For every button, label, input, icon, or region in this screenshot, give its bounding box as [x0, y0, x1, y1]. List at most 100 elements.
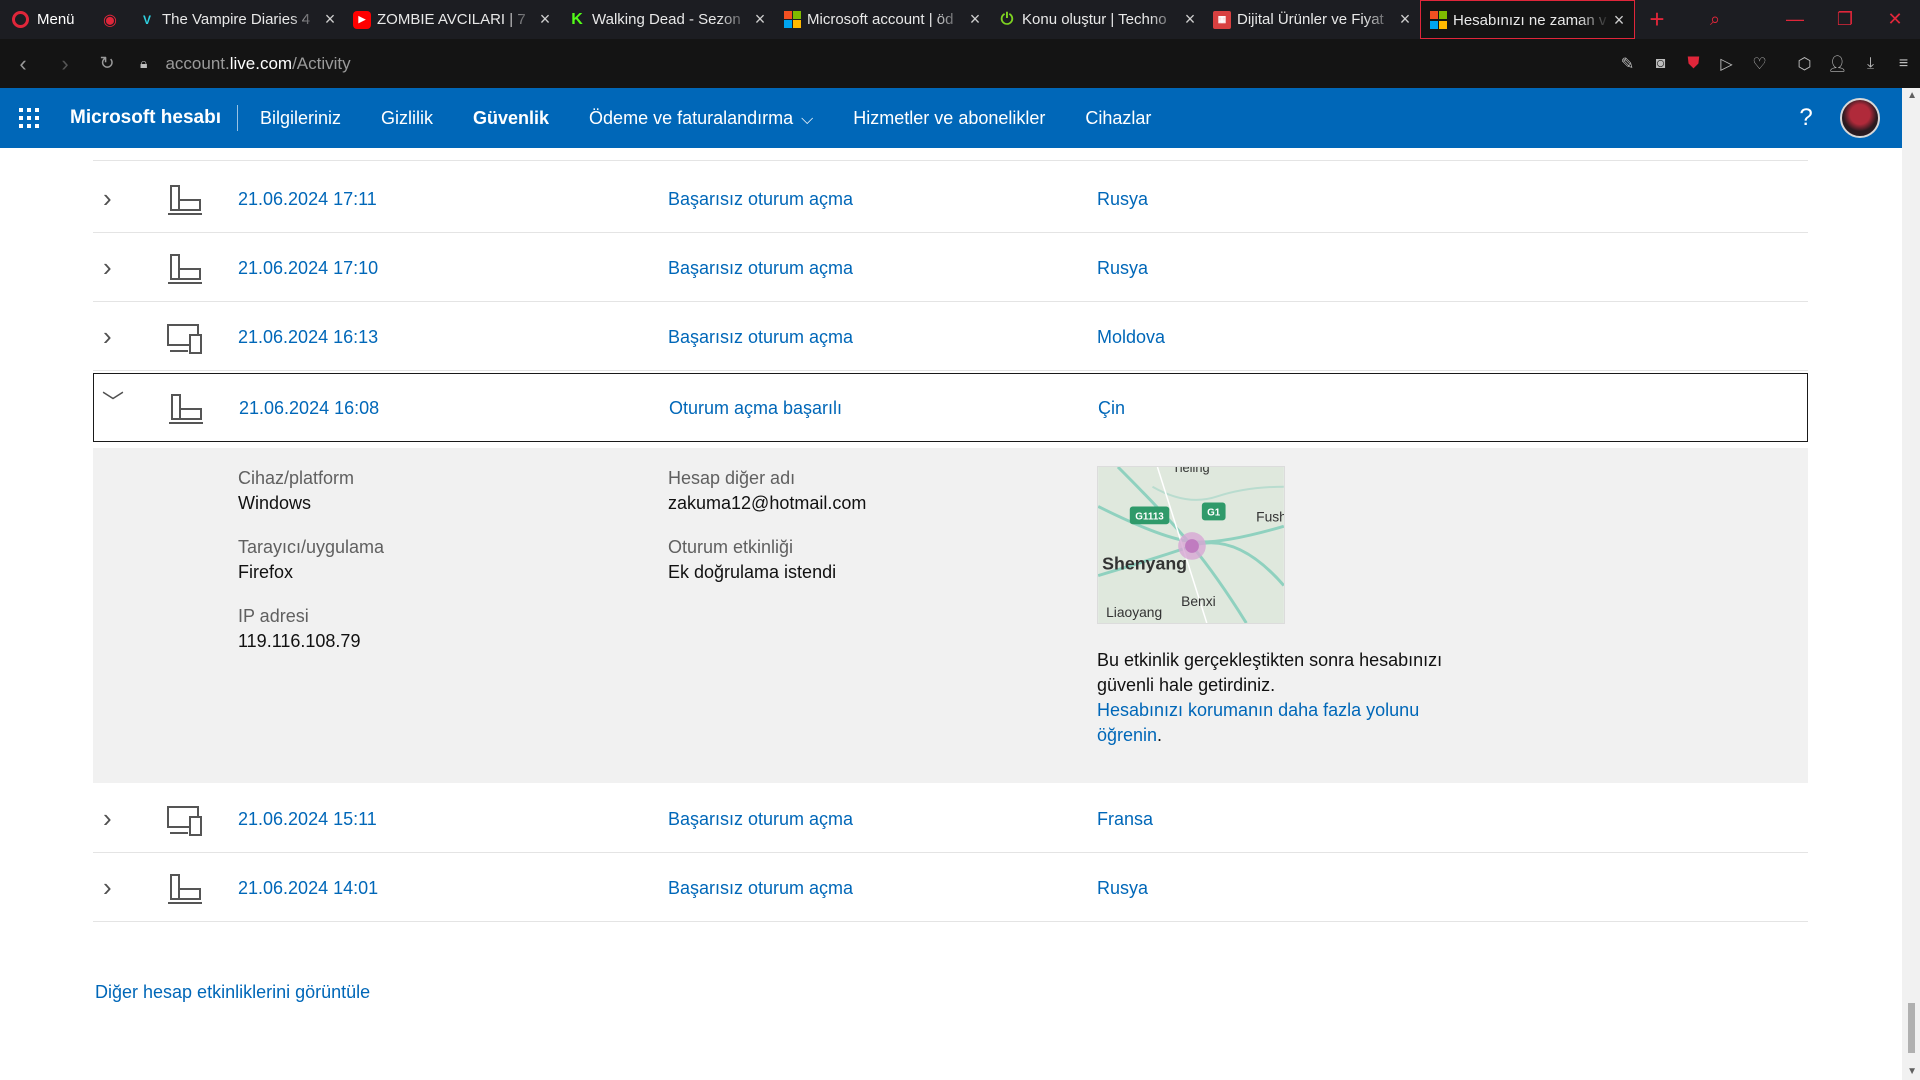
reload-icon[interactable]: ↻	[86, 53, 128, 74]
activity-date[interactable]: 21.06.2024 14:01	[238, 878, 378, 899]
tab-title: Hesabınızı ne zaman v	[1453, 11, 1607, 29]
map-shield-label: G1	[1207, 507, 1221, 518]
browser-menu-button[interactable]: Menü	[0, 0, 90, 39]
chevron-right-icon[interactable]: ›	[103, 874, 129, 900]
chevron-down-icon[interactable]: ﹀	[102, 390, 128, 416]
scroll-up-icon[interactable]: ▲	[1907, 90, 1917, 101]
browser-tab[interactable]: V The Vampire Diaries 4 ×	[130, 0, 345, 39]
nav-privacy[interactable]: Gizlilik	[361, 108, 453, 129]
close-tab-icon[interactable]: ×	[751, 9, 769, 30]
activity-date[interactable]: 21.06.2024 17:10	[238, 258, 378, 279]
lock-icon[interactable]: 🔒︎	[140, 55, 147, 72]
nav-your-info[interactable]: Bilgileriniz	[238, 108, 361, 129]
kick-favicon-icon: K	[571, 10, 583, 28]
restore-icon[interactable]: ❐	[1820, 9, 1870, 30]
close-tab-icon[interactable]: ×	[1181, 9, 1199, 30]
adblock-shield-icon[interactable]: ⛊	[1677, 55, 1710, 73]
app-launcher-icon[interactable]	[0, 108, 58, 128]
heart-icon[interactable]: ♡	[1743, 54, 1776, 74]
opera-logo-icon	[12, 11, 29, 28]
close-tab-icon[interactable]: ×	[1396, 9, 1414, 30]
activity-location[interactable]: Fransa	[1097, 809, 1153, 830]
chevron-right-icon[interactable]: ›	[103, 323, 129, 349]
share-icon[interactable]: ✎	[1611, 54, 1644, 74]
back-icon[interactable]: ‹	[2, 51, 44, 77]
nav-security[interactable]: Güvenlik	[453, 108, 569, 129]
nav-devices[interactable]: Cihazlar	[1065, 108, 1171, 129]
view-more-activity-link[interactable]: Diğer hesap etkinliklerini görüntüle	[95, 982, 370, 1003]
activity-date[interactable]: 21.06.2024 17:11	[238, 189, 377, 210]
help-icon[interactable]: ?	[1776, 104, 1836, 132]
close-tab-icon[interactable]: ×	[966, 9, 984, 30]
activity-type[interactable]: Başarısız oturum açma	[668, 258, 853, 279]
page-scrollbar[interactable]	[1902, 88, 1920, 1080]
tab-title: Dijital Ürünler ve Fiyat	[1237, 11, 1384, 28]
activity-location[interactable]: Moldova	[1097, 327, 1165, 348]
browser-tab[interactable]: ▶ ZOMBIE AVCILARI | 7 ×	[345, 0, 560, 39]
activity-type[interactable]: Başarısız oturum açma	[668, 878, 853, 899]
url-prefix: account.	[165, 53, 230, 73]
chevron-right-icon[interactable]: ›	[103, 254, 129, 280]
activity-type[interactable]: Başarısız oturum açma	[668, 327, 853, 348]
browser-tab[interactable]: ⏻ Konu oluştur | Techno ×	[990, 0, 1205, 39]
map-place-label: Tieling	[1172, 466, 1209, 475]
session-value: Ek doğrulama istendi	[668, 562, 837, 582]
browser-tab[interactable]: K Walking Dead - Sezon ×	[560, 0, 775, 39]
forward-icon[interactable]: ›	[44, 51, 86, 77]
camera-icon[interactable]: ◙	[1644, 55, 1677, 73]
minimize-icon[interactable]: —	[1770, 9, 1820, 30]
activity-location[interactable]: Çin	[1098, 398, 1125, 419]
tab-title: The Vampire Diaries 4	[162, 11, 311, 28]
chevron-right-icon[interactable]: ›	[103, 185, 129, 211]
browser-menu-label: Menü	[37, 11, 75, 28]
profile-icon[interactable]: 👤︎	[1821, 54, 1854, 74]
activity-type[interactable]: Oturum açma başarılı	[669, 398, 842, 419]
search-tabs-icon[interactable]: ⌕	[1690, 9, 1740, 30]
activity-date[interactable]: 21.06.2024 16:08	[239, 398, 379, 419]
activity-location[interactable]: Rusya	[1097, 258, 1148, 279]
activity-row[interactable]: › 21.06.2024 17:10 Başarısız oturum açma…	[93, 234, 1808, 302]
chevron-right-icon[interactable]: ›	[103, 805, 129, 831]
activity-row-partial[interactable]	[93, 148, 1808, 161]
new-tab-plus-icon[interactable]: +	[1635, 0, 1679, 39]
activity-date[interactable]: 21.06.2024 16:13	[238, 327, 378, 348]
send-icon[interactable]: ▷	[1710, 54, 1743, 74]
browser-tab[interactable]: Microsoft account | öd ×	[775, 0, 990, 39]
activity-location[interactable]: Rusya	[1097, 189, 1148, 210]
learn-more-link[interactable]: Hesabınızı korumanın daha fazla yolunu ö…	[1097, 700, 1419, 745]
microsoft-favicon-icon	[783, 10, 801, 29]
activity-location[interactable]: Rusya	[1097, 878, 1148, 899]
scroll-down-icon[interactable]: ▼	[1907, 1066, 1917, 1077]
url-field[interactable]: account.live.com/Activity	[165, 54, 350, 74]
close-tab-icon[interactable]: ×	[1610, 10, 1628, 31]
brand-title[interactable]: Microsoft hesabı	[58, 107, 237, 129]
scrollbar-thumb[interactable]	[1908, 1003, 1915, 1053]
activity-type[interactable]: Başarısız oturum açma	[668, 809, 853, 830]
browser-tab-active[interactable]: Hesabınızı ne zaman v ×	[1420, 0, 1635, 40]
nav-payment-label: Ödeme ve faturalandırma	[589, 107, 794, 128]
map-city-label: Shenyang	[1102, 554, 1187, 574]
browser-value: Firefox	[238, 562, 294, 582]
activity-row[interactable]: › 21.06.2024 17:11 Başarısız oturum açma…	[93, 165, 1808, 233]
close-tab-icon[interactable]: ×	[321, 9, 339, 30]
url-path: /Activity	[292, 53, 351, 73]
activity-row[interactable]: › 21.06.2024 15:11 Başarısız oturum açma…	[93, 785, 1808, 853]
download-icon[interactable]: ⤓	[1854, 55, 1887, 73]
nav-payment-billing[interactable]: Ödeme ve faturalandırma ⌵	[569, 108, 833, 129]
close-window-icon[interactable]: ✕	[1870, 9, 1920, 30]
activity-row[interactable]: › 21.06.2024 14:01 Başarısız oturum açma…	[93, 854, 1808, 922]
activity-row-expanded[interactable]: ﹀ 21.06.2024 16:08 Oturum açma başarılı …	[93, 373, 1808, 442]
viki-favicon-icon: V	[142, 12, 151, 27]
activity-date[interactable]: 21.06.2024 15:11	[238, 809, 377, 830]
extensions-cube-icon[interactable]: ⬡	[1788, 54, 1821, 74]
avatar[interactable]	[1840, 98, 1880, 138]
activity-row[interactable]: › 21.06.2024 16:13 Başarısız oturum açma…	[93, 303, 1808, 371]
nav-services-subscriptions[interactable]: Hizmetler ve abonelikler	[833, 108, 1065, 129]
browser-tab[interactable]: ▦ Dijital Ürünler ve Fiyat ×	[1205, 0, 1420, 39]
gamepad-icon[interactable]: ◉	[90, 0, 130, 39]
activity-type[interactable]: Başarısız oturum açma	[668, 189, 853, 210]
security-note-text: Bu etkinlik gerçekleştikten sonra hesabı…	[1097, 650, 1443, 695]
close-tab-icon[interactable]: ×	[536, 9, 554, 30]
map-place-label: Benxi	[1181, 593, 1216, 609]
easy-setup-icon[interactable]: ≡	[1887, 55, 1920, 73]
